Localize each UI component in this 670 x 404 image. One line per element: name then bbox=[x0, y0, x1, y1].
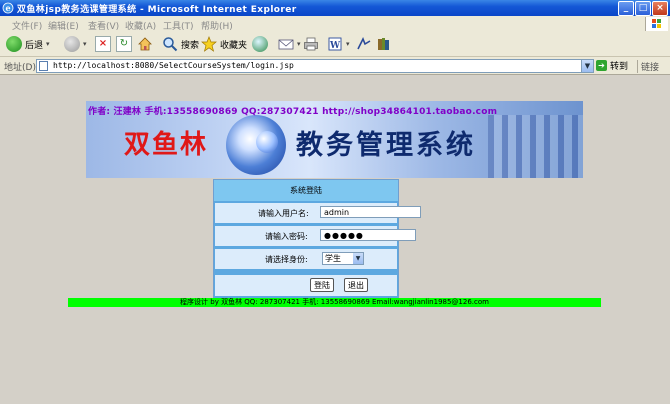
author-info: 作者: 汪建林 手机:13558690869 QQ:287307421 http… bbox=[88, 107, 498, 117]
research-icon bbox=[378, 38, 389, 50]
menu-view[interactable]: 查看(V) bbox=[88, 19, 119, 32]
home-icon bbox=[138, 37, 152, 51]
svg-text:e: e bbox=[5, 3, 10, 13]
address-input[interactable]: http://localhost:8080/SelectCourseSystem… bbox=[36, 59, 594, 73]
stop-button[interactable]: × bbox=[95, 35, 111, 53]
menu-edit[interactable]: 编辑(E) bbox=[48, 19, 79, 32]
stop-icon: × bbox=[95, 36, 111, 52]
banner-orb-small-graphic bbox=[256, 131, 278, 153]
discuss-button[interactable] bbox=[356, 35, 372, 53]
brand-name: 双鱼林 bbox=[124, 130, 209, 160]
back-arrow-icon bbox=[6, 36, 22, 52]
mail-dropdown-icon[interactable]: ▾ bbox=[297, 40, 301, 48]
username-label: 请输入用户名: bbox=[258, 209, 309, 218]
role-select[interactable]: 学生 ▼ bbox=[322, 252, 364, 265]
maximize-button[interactable]: □ bbox=[635, 1, 651, 16]
window-title: 双鱼林jsp教务选课管理系统 - Microsoft Internet Expl… bbox=[17, 5, 297, 15]
password-input[interactable]: ●●●●● bbox=[320, 229, 416, 241]
menu-file[interactable]: 文件(F) bbox=[12, 19, 42, 32]
menu-tools[interactable]: 工具(T) bbox=[163, 19, 194, 32]
messenger-icon bbox=[357, 37, 371, 50]
login-button-row: 登陆 退出 bbox=[215, 275, 397, 296]
favorites-label: 收藏夹 bbox=[220, 40, 248, 51]
role-row: 请选择身份: 学生 ▼ bbox=[215, 249, 397, 269]
page-icon bbox=[39, 61, 48, 71]
search-label: 搜索 bbox=[181, 40, 200, 51]
forward-dropdown-icon[interactable]: ▾ bbox=[83, 40, 87, 48]
forward-button[interactable]: ▾ bbox=[64, 35, 87, 53]
window-title-bar[interactable]: e 双鱼林jsp教务选课管理系统 - Microsoft Internet Ex… bbox=[0, 0, 670, 16]
back-button[interactable]: 后退 ▾ bbox=[6, 35, 50, 53]
address-dropdown-icon[interactable]: ▼ bbox=[581, 60, 593, 72]
password-row: 请输入密码: ●●●●● bbox=[215, 226, 416, 246]
star-icon bbox=[201, 36, 217, 52]
favorites-button[interactable]: 收藏夹 bbox=[201, 35, 247, 53]
role-dropdown-icon[interactable]: ▼ bbox=[353, 253, 363, 264]
header-banner: 作者: 汪建林 手机:13558690869 QQ:287307421 http… bbox=[86, 101, 583, 178]
role-selected-value: 学生 bbox=[325, 254, 341, 263]
window-controls: _ □ × bbox=[617, 1, 668, 16]
menu-favorites[interactable]: 收藏(A) bbox=[125, 19, 156, 32]
role-label: 请选择身份: bbox=[265, 255, 308, 264]
links-toolbar[interactable]: 链接 bbox=[637, 60, 659, 73]
close-button[interactable]: × bbox=[652, 1, 668, 16]
login-header: 系统登陆 bbox=[214, 180, 398, 201]
mail-button[interactable]: ▾ bbox=[278, 35, 301, 53]
edit-button[interactable]: W ▾ bbox=[327, 35, 350, 53]
research-button[interactable] bbox=[376, 35, 392, 53]
back-label: 后退 bbox=[25, 40, 44, 51]
page-content: 作者: 汪建林 手机:13558690869 QQ:287307421 http… bbox=[0, 75, 670, 404]
search-icon bbox=[163, 37, 178, 52]
menu-help[interactable]: 帮助(H) bbox=[201, 19, 233, 32]
print-button[interactable] bbox=[303, 35, 319, 53]
forward-arrow-icon bbox=[64, 36, 80, 52]
windows-logo-icon bbox=[645, 17, 668, 31]
go-label: 转到 bbox=[610, 62, 629, 72]
login-panel: 系统登陆 请输入用户名: admin 请输入密码: ●●●●● 请选择身份: 学… bbox=[213, 179, 421, 299]
back-dropdown-icon[interactable]: ▾ bbox=[46, 40, 50, 48]
media-button[interactable] bbox=[252, 35, 268, 53]
username-input[interactable]: admin bbox=[320, 206, 421, 218]
minimize-button[interactable]: _ bbox=[618, 1, 634, 16]
ie-icon: e bbox=[2, 2, 14, 14]
address-bar: 地址(D) http://localhost:8080/SelectCourse… bbox=[0, 57, 670, 75]
go-arrow-icon: ➔ bbox=[596, 60, 607, 71]
home-button[interactable] bbox=[137, 35, 153, 53]
address-url: http://localhost:8080/SelectCourseSystem… bbox=[53, 61, 294, 70]
refresh-icon: ↻ bbox=[116, 36, 132, 52]
menu-bar: 文件(F) 编辑(E) 查看(V) 收藏(A) 工具(T) 帮助(H) bbox=[0, 16, 670, 33]
svg-text:W: W bbox=[329, 41, 341, 51]
search-button[interactable]: 搜索 bbox=[162, 35, 199, 53]
mail-icon bbox=[278, 39, 294, 50]
banner-decoration bbox=[488, 115, 583, 178]
username-row: 请输入用户名: admin bbox=[215, 203, 421, 223]
system-name: 教务管理系统 bbox=[296, 130, 476, 161]
printer-icon bbox=[304, 37, 318, 51]
media-icon bbox=[252, 36, 268, 52]
password-label: 请输入密码: bbox=[265, 232, 308, 241]
go-button[interactable]: ➔ 转到 bbox=[596, 59, 628, 72]
edit-dropdown-icon[interactable]: ▾ bbox=[346, 40, 350, 48]
address-label: 地址(D) bbox=[4, 63, 36, 73]
word-icon: W bbox=[328, 37, 342, 51]
exit-button[interactable]: 退出 bbox=[344, 278, 368, 292]
footer-bar: 程序设计 by 双鱼林 QQ: 287307421 手机: 1355869086… bbox=[68, 298, 601, 307]
login-button[interactable]: 登陆 bbox=[310, 278, 334, 292]
toolbar: 后退 ▾ ▾ × ↻ 搜索 收藏夹 ▾ W ▾ bbox=[0, 32, 670, 57]
refresh-button[interactable]: ↻ bbox=[116, 35, 132, 53]
